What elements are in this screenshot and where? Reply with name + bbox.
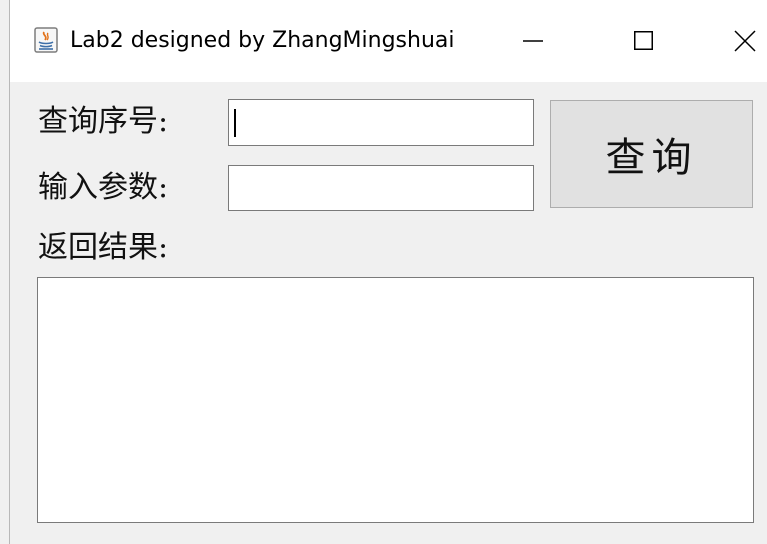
close-button[interactable] xyxy=(711,18,767,64)
maximize-button[interactable] xyxy=(614,18,674,64)
query-seq-label: 查询序号: xyxy=(38,104,169,139)
app-window: Lab2 designed by ZhangMingshuai 查询序号: 输入… xyxy=(0,0,767,544)
minimize-icon xyxy=(523,40,543,42)
input-param-label: 输入参数: xyxy=(38,170,169,205)
minimize-button[interactable] xyxy=(503,18,563,64)
input-param-input[interactable] xyxy=(228,165,534,211)
window-title: Lab2 designed by ZhangMingshuai xyxy=(70,28,455,53)
title-bar[interactable]: Lab2 designed by ZhangMingshuai xyxy=(10,0,767,82)
query-button[interactable]: 查询 xyxy=(550,100,753,208)
text-caret xyxy=(234,109,236,137)
maximize-icon xyxy=(634,31,653,50)
java-app-icon[interactable] xyxy=(34,27,58,53)
result-label: 返回结果: xyxy=(38,230,169,265)
query-seq-input[interactable] xyxy=(228,99,534,146)
result-textarea[interactable] xyxy=(37,277,754,523)
close-icon xyxy=(734,30,756,52)
